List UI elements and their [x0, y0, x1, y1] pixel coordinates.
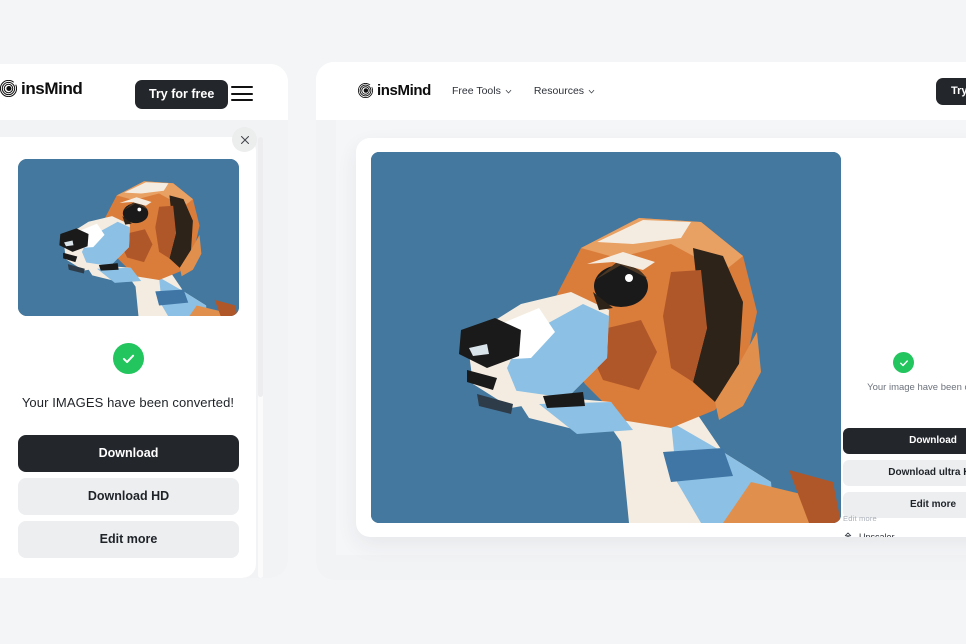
- desktop-workspace: Your image have been converted! Download…: [336, 120, 966, 555]
- mobile-image-preview: [18, 159, 239, 316]
- hamburger-menu-icon[interactable]: [231, 86, 253, 101]
- success-check-icon: [113, 343, 144, 374]
- desktop-download-ultra-hd-button[interactable]: Download ultra HD: [843, 460, 966, 486]
- nav-item-free-tools-label: Free Tools: [452, 85, 501, 97]
- desktop-logo[interactable]: insMind: [358, 82, 431, 99]
- check-glyph: [898, 357, 910, 369]
- edit-more-item-upscaler[interactable]: Upscaler: [843, 532, 966, 537]
- mobile-scrollbar[interactable]: [258, 137, 263, 578]
- close-glyph: [240, 135, 249, 144]
- desktop-result-card: Your image have been converted! Download…: [356, 138, 966, 537]
- mobile-logo-text: insMind: [21, 79, 83, 98]
- nav-item-resources-label: Resources: [533, 85, 585, 97]
- edit-more-section: Edit more Upscaler: [843, 514, 966, 537]
- check-glyph: [120, 350, 137, 367]
- mobile-header: insMind Try for free: [0, 64, 288, 120]
- desktop-status-message: Your image have been converted!: [867, 382, 966, 393]
- mobile-try-for-free-button[interactable]: Try for free: [135, 80, 229, 109]
- mobile-result-card: Your IMAGES have been converted! Downloa…: [0, 137, 256, 578]
- desktop-image-preview: [371, 152, 841, 523]
- nav-item-resources[interactable]: Resources: [534, 85, 595, 97]
- mobile-download-button[interactable]: Download: [18, 435, 239, 472]
- mobile-scrollbar-thumb[interactable]: [258, 137, 263, 397]
- edit-more-item-upscaler-label: Upscaler: [859, 532, 895, 537]
- edit-more-heading: Edit more: [843, 514, 877, 523]
- nav-item-free-tools[interactable]: Free Tools: [452, 85, 512, 97]
- chevron-down-icon: [505, 89, 512, 94]
- mobile-body: Your IMAGES have been converted! Downloa…: [0, 120, 288, 578]
- close-icon[interactable]: [232, 127, 257, 152]
- beagle-illustration: [18, 159, 239, 316]
- desktop-action-buttons: Download Download ultra HD Edit more: [843, 428, 966, 524]
- mobile-logo[interactable]: insMind: [0, 79, 83, 98]
- mobile-status-message: Your IMAGES have been converted!: [21, 395, 235, 410]
- chevron-down-icon: [588, 89, 595, 94]
- desktop-logo-text: insMind: [377, 82, 431, 99]
- upscaler-icon: [844, 532, 852, 537]
- desktop-header: insMind Free Tools Resources Try for fre…: [316, 62, 966, 120]
- success-check-icon: [893, 352, 914, 373]
- beagle-illustration: [371, 152, 841, 523]
- desktop-side-panel: Your image have been converted! Download…: [843, 138, 966, 537]
- insmind-spiral-logo-icon: [0, 80, 17, 97]
- desktop-nav: Free Tools Resources: [452, 85, 595, 97]
- desktop-body: Your image have been converted! Download…: [316, 120, 966, 580]
- screenshot-stage: insMind Try for free Your IMAGES have be…: [0, 0, 966, 644]
- desktop-download-button[interactable]: Download: [843, 428, 966, 454]
- desktop-try-for-free-button[interactable]: Try for free: [936, 78, 966, 105]
- desktop-preview-panel: insMind Free Tools Resources Try for fre…: [316, 62, 966, 580]
- mobile-preview-panel: insMind Try for free Your IMAGES have be…: [0, 64, 288, 578]
- insmind-spiral-logo-icon: [358, 83, 373, 98]
- mobile-download-hd-button[interactable]: Download HD: [18, 478, 239, 515]
- mobile-action-buttons: Download Download HD Edit more: [18, 435, 239, 564]
- mobile-edit-more-button[interactable]: Edit more: [18, 521, 239, 558]
